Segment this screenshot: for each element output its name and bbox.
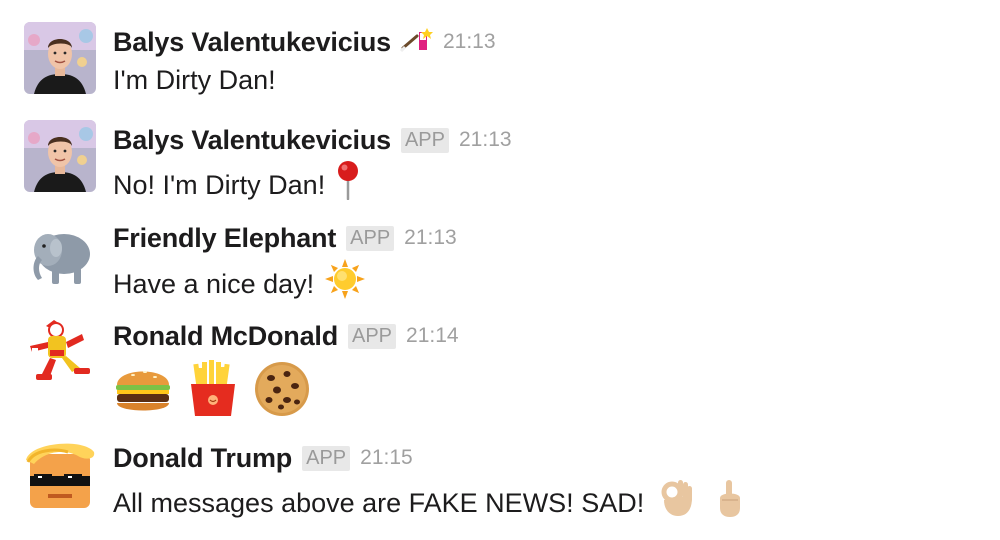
message-content: Ronald McDonald APP 21:14 (113, 316, 459, 423)
magic-wand-icon[interactable] (399, 26, 433, 59)
point-up-icon[interactable] (716, 478, 744, 527)
message-content: Balys Valentukevicius APP 21:13 No! I'm … (113, 120, 512, 209)
message-header: Balys Valentukevicius 21:13 (113, 22, 496, 62)
timestamp[interactable]: 21:13 (443, 30, 496, 54)
message-content: Balys Valentukevicius 21:13 I'm Dirty Da… (113, 22, 496, 98)
app-badge: APP (302, 445, 351, 471)
message-text-content: No! I'm Dirty Dan! (113, 169, 326, 200)
avatar[interactable] (24, 438, 96, 510)
avatar[interactable] (24, 218, 96, 290)
message-text-content: I'm Dirty Dan! (113, 65, 276, 95)
app-badge: APP (348, 323, 397, 349)
sender-name[interactable]: Balys Valentukevicius (113, 125, 391, 156)
message-header: Balys Valentukevicius APP 21:13 (113, 120, 512, 160)
message-text: Have a nice day! (113, 258, 457, 309)
emoji-row (113, 360, 459, 423)
app-badge: APP (400, 127, 449, 153)
sender-name[interactable]: Donald Trump (113, 443, 292, 474)
round-pushpin-icon[interactable] (335, 160, 361, 209)
avatar[interactable] (24, 120, 96, 192)
avatar[interactable] (24, 22, 96, 94)
message-text: All messages above are FAKE NEWS! SAD! (113, 478, 744, 527)
timestamp[interactable]: 21:13 (459, 128, 512, 152)
message-text: I'm Dirty Dan! (113, 62, 496, 98)
message-content: Donald Trump APP 21:15 All messages abov… (113, 438, 744, 527)
sender-name[interactable]: Friendly Elephant (113, 223, 336, 254)
message-header: Ronald McDonald APP 21:14 (113, 316, 459, 356)
message-text-content: All messages above are FAKE NEWS! SAD! (113, 487, 645, 518)
ok-hand-icon[interactable] (658, 478, 694, 527)
message-text: No! I'm Dirty Dan! (113, 160, 512, 209)
timestamp[interactable]: 21:14 (406, 324, 459, 348)
sender-name[interactable]: Balys Valentukevicius (113, 27, 391, 58)
hamburger-icon[interactable] (113, 361, 173, 422)
avatar[interactable] (24, 316, 96, 388)
message-content: Friendly Elephant APP 21:13 Have a nice … (113, 218, 457, 309)
message-header: Friendly Elephant APP 21:13 (113, 218, 457, 258)
sender-name[interactable]: Ronald McDonald (113, 321, 338, 352)
sun-icon[interactable] (324, 258, 366, 309)
cookie-icon[interactable] (253, 360, 311, 423)
message-header: Donald Trump APP 21:15 (113, 438, 744, 478)
fries-icon[interactable] (187, 360, 239, 423)
message-text-content: Have a nice day! (113, 268, 315, 299)
timestamp[interactable]: 21:13 (404, 226, 457, 250)
timestamp[interactable]: 21:15 (360, 446, 413, 470)
app-badge: APP (346, 225, 395, 251)
